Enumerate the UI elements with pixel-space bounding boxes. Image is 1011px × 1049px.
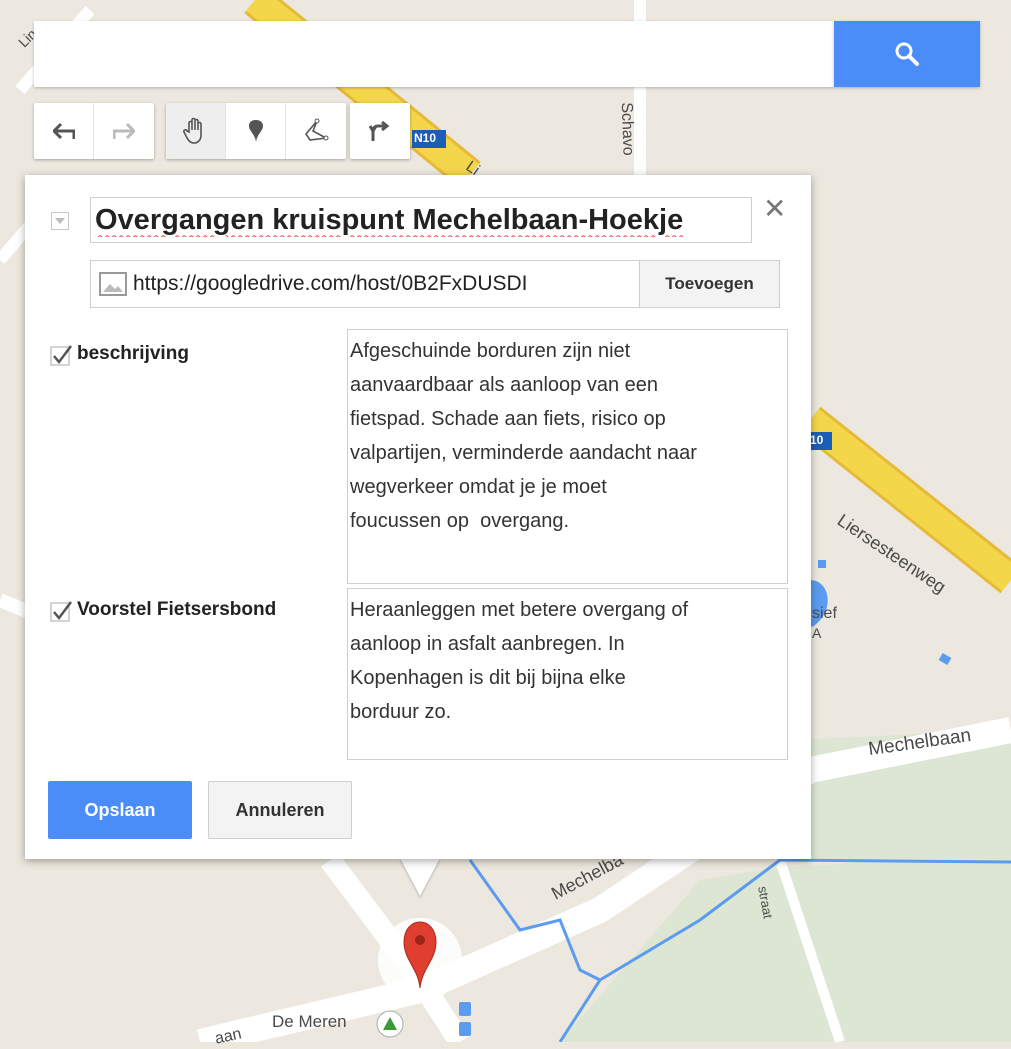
draw-line-button[interactable] — [286, 103, 346, 159]
field-beschrijving: beschrijving — [49, 341, 189, 369]
directions-toolbar — [350, 103, 410, 159]
redo-button[interactable] — [94, 103, 154, 159]
image-url-field: Toevoegen — [90, 260, 780, 308]
search-input[interactable] — [34, 21, 834, 87]
history-toolbar — [34, 103, 154, 159]
redo-icon — [113, 122, 135, 140]
undo-icon — [52, 122, 75, 140]
title-input[interactable] — [90, 197, 752, 243]
field-value-beschrijving[interactable]: Afgeschuinde borduren zijn niet aanvaard… — [347, 329, 788, 584]
save-button[interactable]: Opslaan — [48, 781, 192, 839]
map-label-sief: sief — [812, 605, 837, 622]
map-label-aan: aan — [213, 1025, 244, 1048]
feature-edit-dialog: ✕ Toevoegen beschrijving Afgeschuinde bo… — [25, 175, 811, 859]
draw-toolbar — [166, 103, 346, 159]
search-icon — [895, 42, 919, 66]
add-marker-button[interactable] — [226, 103, 286, 159]
checkbox-voorstel-fietsersbond[interactable] — [49, 599, 75, 625]
map-label-schavo: Schavo — [617, 102, 637, 156]
directions-button[interactable] — [350, 103, 410, 159]
collapse-toggle[interactable] — [51, 212, 69, 230]
search-button[interactable] — [834, 21, 980, 87]
checkbox-beschrijving[interactable] — [49, 343, 75, 369]
chevron-down-icon — [55, 218, 65, 224]
map-label-de-meren: De Meren — [272, 1012, 347, 1031]
map-label-a: A — [812, 625, 822, 641]
draw-line-icon — [305, 118, 329, 141]
cancel-button[interactable]: Annuleren — [208, 781, 352, 839]
pan-tool-button[interactable] — [166, 103, 226, 159]
field-voorstel-fietsersbond: Voorstel Fietsersbond — [49, 597, 276, 625]
undo-button[interactable] — [34, 103, 94, 159]
add-image-button[interactable]: Toevoegen — [639, 261, 779, 307]
field-value-voorstel-fietsersbond[interactable]: Heraanleggen met betere overgang of aanl… — [347, 588, 788, 760]
marker-icon — [248, 120, 263, 142]
road-badge-n10: N10 — [414, 131, 437, 145]
image-icon — [99, 272, 127, 296]
dialog-pointer — [400, 858, 440, 896]
directions-icon — [368, 120, 390, 141]
close-icon[interactable]: ✕ — [763, 195, 786, 223]
field-label: Voorstel Fietsersbond — [77, 599, 277, 620]
road-badge-10: 10 — [810, 433, 824, 447]
field-label: beschrijving — [77, 343, 189, 364]
image-url-input[interactable] — [133, 264, 633, 304]
hand-icon — [182, 117, 202, 144]
